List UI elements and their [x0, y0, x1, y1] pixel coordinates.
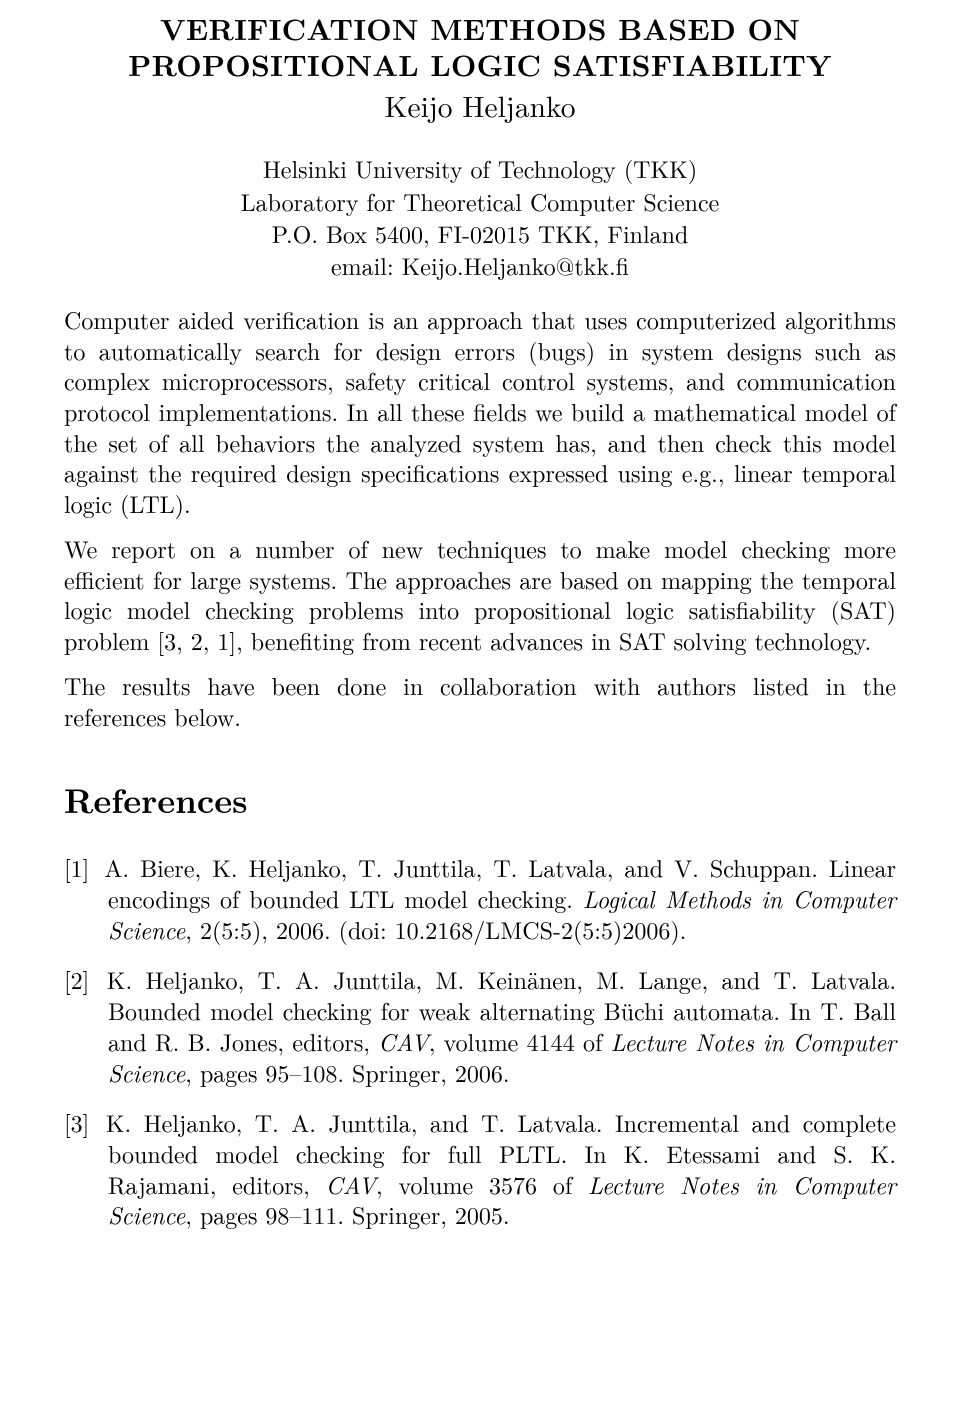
- abstract-para-2: We report on a number of new techniques …: [64, 533, 896, 656]
- ref-label: [2]: [64, 962, 89, 996]
- author-name: Keijo Heljanko: [64, 86, 896, 124]
- ref-text-mid: , volume 3576 of: [376, 1167, 588, 1201]
- affil-line-2: Laboratory for Theoretical Computer Scie…: [64, 185, 896, 217]
- ref-text-tail: , pages 98–111. Springer, 2005.: [185, 1197, 509, 1231]
- affiliation-block: Helsinki University of Technology (TKK) …: [64, 152, 896, 282]
- abstract-para-1: Computer aided verification is an approa…: [64, 304, 896, 519]
- title-line-1: VERIFICATION METHODS BASED ON: [64, 10, 896, 46]
- ref-label: [1]: [64, 850, 89, 884]
- reference-3: [3] K. Heljanko, T. A. Junttila, and T. …: [64, 1107, 896, 1230]
- ref-journal: CAV: [378, 1024, 428, 1058]
- ref-text-tail: , pages 95–108. Springer, 2006.: [185, 1055, 509, 1089]
- ref-text-tail: , 2(5:5), 2006. (doi: 10.2168/LMCS-2(5:5…: [185, 912, 686, 946]
- title-block: VERIFICATION METHODS BASED ON PROPOSITIO…: [64, 10, 896, 124]
- ref-text-mid: , volume 4144 of: [429, 1024, 611, 1058]
- title-line-2: PROPOSITIONAL LOGIC SATISFIABILITY: [64, 46, 896, 82]
- affil-line-3: P.O. Box 5400, FI-02015 TKK, Finland: [64, 217, 896, 249]
- affil-line-4: email: Keijo.Heljanko@tkk.fi: [64, 249, 896, 281]
- ref-journal: CAV: [326, 1167, 376, 1201]
- affil-line-1: Helsinki University of Technology (TKK): [64, 152, 896, 184]
- ref-label: [3]: [64, 1105, 89, 1139]
- reference-1: [1] A. Biere, K. Heljanko, T. Junttila, …: [64, 852, 896, 944]
- references-heading: References: [64, 775, 896, 824]
- reference-2: [2] K. Heljanko, T. A. Junttila, M. Kein…: [64, 964, 896, 1087]
- abstract-para-3: The results have been done in collaborat…: [64, 670, 896, 731]
- paper-page: VERIFICATION METHODS BASED ON PROPOSITIO…: [0, 0, 960, 1416]
